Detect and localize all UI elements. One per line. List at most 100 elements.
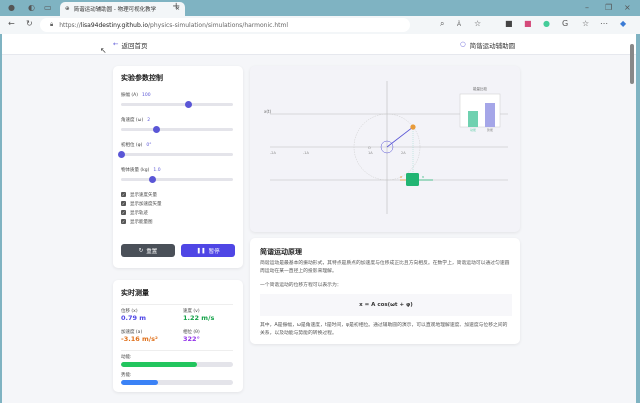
url-input[interactable]: 🔒︎ https://lisa94destiny.github.io/physi… <box>40 18 410 32</box>
page-header: ← 返回首页 ○ 简谐运动辅助圆 <box>2 34 636 55</box>
checkbox-icon[interactable]: ✓ <box>121 219 126 224</box>
tick-label: 2A <box>401 151 406 155</box>
potential-energy-fill <box>121 380 158 385</box>
energy-chart-title: 能量比较 <box>473 86 487 91</box>
reset-button[interactable]: ↻ 重置 <box>121 244 175 257</box>
arrow-left-icon: ← <box>113 40 119 48</box>
tab-actions-icon[interactable]: ▭ <box>44 3 52 12</box>
checkbox-label: 显示加速度矢量 <box>130 201 162 207</box>
new-tab-icon[interactable]: + <box>172 1 180 12</box>
checkbox-icon[interactable]: ✓ <box>121 201 126 206</box>
controls-title: 实验参数控制 <box>121 74 163 82</box>
back-home-label: 返回首页 <box>121 42 148 50</box>
slider-label-text: 物体质量 (kg) <box>121 168 150 173</box>
globe-icon: ⊕ <box>65 6 70 12</box>
phase-value: 322° <box>183 335 200 343</box>
option-checkbox[interactable]: ✓ 显示轨迹 <box>121 208 162 217</box>
back-home-link[interactable]: ← 返回首页 <box>113 40 147 50</box>
slider-value: 0° <box>146 143 152 148</box>
copilot-icon[interactable]: ◆ <box>620 19 626 28</box>
potential-label: 势能: <box>121 373 132 378</box>
refresh-icon[interactable]: ↻ <box>26 19 33 28</box>
checkbox-label: 显示轨迹 <box>130 210 148 216</box>
slider-thumb[interactable] <box>148 176 156 183</box>
energy-label: 势能 <box>487 127 493 132</box>
profile-icon[interactable]: ● <box>8 3 15 12</box>
option-checkbox[interactable]: ✓ 显示能量图 <box>121 217 162 226</box>
kinetic-label: 动能: <box>121 355 132 360</box>
slider-thumb[interactable] <box>153 126 161 133</box>
zoom-icon[interactable]: ⌕ <box>440 19 444 29</box>
controls-panel: 实验参数控制 振幅 (A) 100 角速度 (ω) 2 初相位 (φ) 0° 物体质量… <box>113 66 243 268</box>
slider-label: 初相位 (φ) 0° <box>121 142 152 148</box>
measurement-panel: 实时测量 位移 (x) 0.79 m 速度 (v) 1.22 m/s 加速度 (a)… <box>113 280 243 392</box>
extension-icon[interactable]: ● <box>543 19 550 28</box>
slider-label-text: 角速度 (ω) <box>121 118 144 123</box>
option-checkbox[interactable]: ✓ 显示加速度矢量 <box>121 199 162 208</box>
extension-icon[interactable]: G <box>562 19 568 28</box>
slider-value: 1.0 <box>153 168 161 173</box>
more-icon[interactable]: ⋯ <box>600 19 608 28</box>
favorites-bar-icon[interactable]: ☆ <box>582 19 589 28</box>
principle-panel: 简谐运动原理 简谐运动是最基本的振动形式，其特点是质点的加速度与位移成正比且方向… <box>250 238 520 344</box>
slider-label: 振幅 (A) 100 <box>121 92 151 98</box>
slider-thumb[interactable] <box>184 101 192 108</box>
checkbox-label: 显示速度矢量 <box>130 192 157 198</box>
tab-title: 简谐运动辅助圆 - 物理可视化教学 <box>73 7 157 13</box>
rotating-point <box>410 124 416 130</box>
principle-paragraph: 其中，A是振幅，ω是角速度，t是时间，φ是初相位。通过辅助圆的演示，可以直观地理… <box>260 323 508 336</box>
back-icon[interactable]: ← <box>8 19 15 28</box>
tab-active[interactable]: ⊕ 简谐运动辅助圆 - 物理可视化教学 × <box>60 2 185 16</box>
url-host: lisa94destiny.github.io <box>80 21 149 29</box>
close-window-icon[interactable]: × <box>624 3 631 12</box>
slider-label: 物体质量 (kg) 1.0 <box>121 167 161 173</box>
kinetic-energy-fill <box>121 362 198 367</box>
velocity-label: v <box>422 175 424 179</box>
pause-icon: ❚❚ <box>196 247 206 254</box>
page-title: ○ 简谐运动辅助圆 <box>460 40 515 50</box>
principle-paragraph: 简谐运动是最基本的振动形式，其特点是质点的加速度与位移成正比且方向相反。在数学上… <box>260 261 510 274</box>
read-aloud-icon[interactable]: A᷾ <box>457 21 461 28</box>
tick-label: -1A <box>303 151 309 155</box>
energy-label: 动能 <box>470 127 476 132</box>
potential-energy-bar <box>121 380 233 385</box>
potential-energy-bar <box>485 103 495 127</box>
checkbox-icon[interactable]: ✓ <box>121 192 126 197</box>
acceleration-value: -3.16 m/s² <box>121 335 158 343</box>
slider-label: 角速度 (ω) 2 <box>121 117 150 123</box>
origin-label: O <box>368 146 371 150</box>
kinetic-energy-bar <box>121 362 233 367</box>
restore-icon[interactable]: ❐ <box>605 3 612 12</box>
checkbox-icon[interactable]: ✓ <box>121 210 126 215</box>
acceleration-label: a <box>400 175 402 179</box>
simulation-canvas: x(t) -2A -1A O 1A 2A v a 能量比较 动能 势能 <box>250 66 520 232</box>
tick-label: -2A <box>270 151 276 155</box>
checkbox-list: ✓ 显示速度矢量 ✓ 显示加速度矢量 ✓ 显示轨迹 ✓ 显示能量图 <box>121 190 162 226</box>
slider-label-text: 初相位 (φ) <box>121 143 143 148</box>
parameter-slider[interactable] <box>121 101 233 108</box>
favorite-icon[interactable]: ☆ <box>474 19 481 28</box>
principle-paragraph: 一个简谐运动的位移方程可以表示为： <box>260 283 342 288</box>
principle-title: 简谐运动原理 <box>260 248 302 256</box>
extension-icon[interactable]: ■ <box>505 19 513 28</box>
slider-value: 100 <box>142 93 151 98</box>
workspaces-icon[interactable]: ◐ <box>28 3 35 12</box>
pause-button[interactable]: ❚❚ 暂停 <box>181 244 235 257</box>
slider-thumb[interactable] <box>117 151 125 158</box>
scrollbar[interactable] <box>630 44 634 84</box>
lock-icon: 🔒︎ <box>50 21 54 28</box>
mouse-cursor-icon: ↖ <box>100 46 107 55</box>
parameter-slider[interactable] <box>117 151 233 158</box>
kinetic-energy-bar <box>468 111 478 127</box>
extension-icon[interactable]: ■ <box>524 19 532 28</box>
oscillating-block <box>406 173 419 186</box>
pause-label: 暂停 <box>208 248 220 255</box>
option-checkbox[interactable]: ✓ 显示速度矢量 <box>121 190 162 199</box>
slider-label-text: 振幅 (A) <box>121 93 139 98</box>
measurement-title: 实时测量 <box>121 289 149 297</box>
checkbox-label: 显示能量图 <box>130 219 153 225</box>
minimize-icon[interactable]: – <box>585 3 589 12</box>
parameter-slider[interactable] <box>121 126 233 133</box>
parameter-slider[interactable] <box>121 176 233 183</box>
radius-vector <box>386 126 414 148</box>
